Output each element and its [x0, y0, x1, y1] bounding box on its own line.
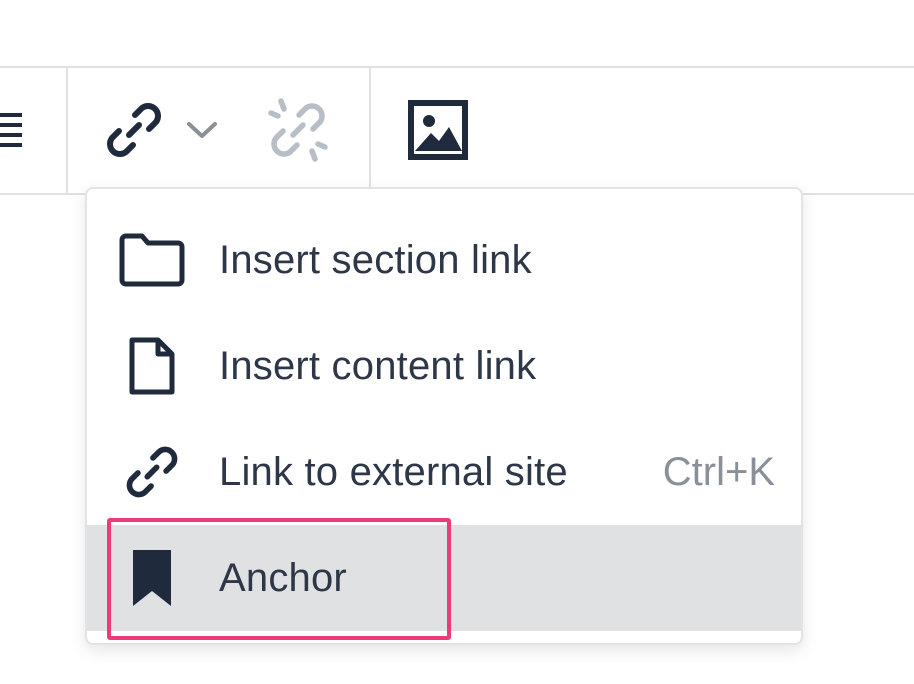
menu-item-link-external-site[interactable]: Link to external site Ctrl+K	[87, 419, 801, 525]
image-button[interactable]	[404, 98, 472, 166]
list-icon	[0, 101, 30, 162]
link-icon	[101, 97, 167, 168]
unlink-icon	[263, 95, 333, 170]
link-icon	[117, 437, 187, 507]
menu-item-insert-content-link[interactable]: Insert content link	[87, 313, 801, 419]
menu-item-label: Insert section link	[219, 237, 532, 282]
document-icon	[117, 331, 187, 401]
menu-item-label: Insert content link	[219, 343, 537, 388]
link-options-button[interactable]	[180, 112, 224, 152]
menu-item-label: Link to external site	[219, 449, 568, 494]
menu-item-anchor[interactable]: Anchor	[87, 525, 801, 631]
editor-toolbar	[0, 66, 914, 195]
editor-stage: Insert section link Insert content link …	[0, 0, 914, 684]
keyboard-shortcut: Ctrl+K	[662, 449, 775, 494]
menu-item-insert-section-link[interactable]: Insert section link	[87, 207, 801, 313]
list-button[interactable]	[0, 96, 30, 166]
unlink-button[interactable]	[262, 96, 334, 168]
chevron-down-icon	[183, 118, 221, 147]
toolbar-divider	[369, 68, 371, 193]
link-button[interactable]	[98, 96, 170, 168]
bookmark-icon	[117, 543, 187, 613]
folder-icon	[117, 225, 187, 295]
toolbar-divider	[66, 68, 68, 193]
menu-item-label: Anchor	[219, 555, 347, 600]
image-icon	[407, 99, 469, 166]
link-dropdown-menu: Insert section link Insert content link …	[85, 187, 803, 645]
